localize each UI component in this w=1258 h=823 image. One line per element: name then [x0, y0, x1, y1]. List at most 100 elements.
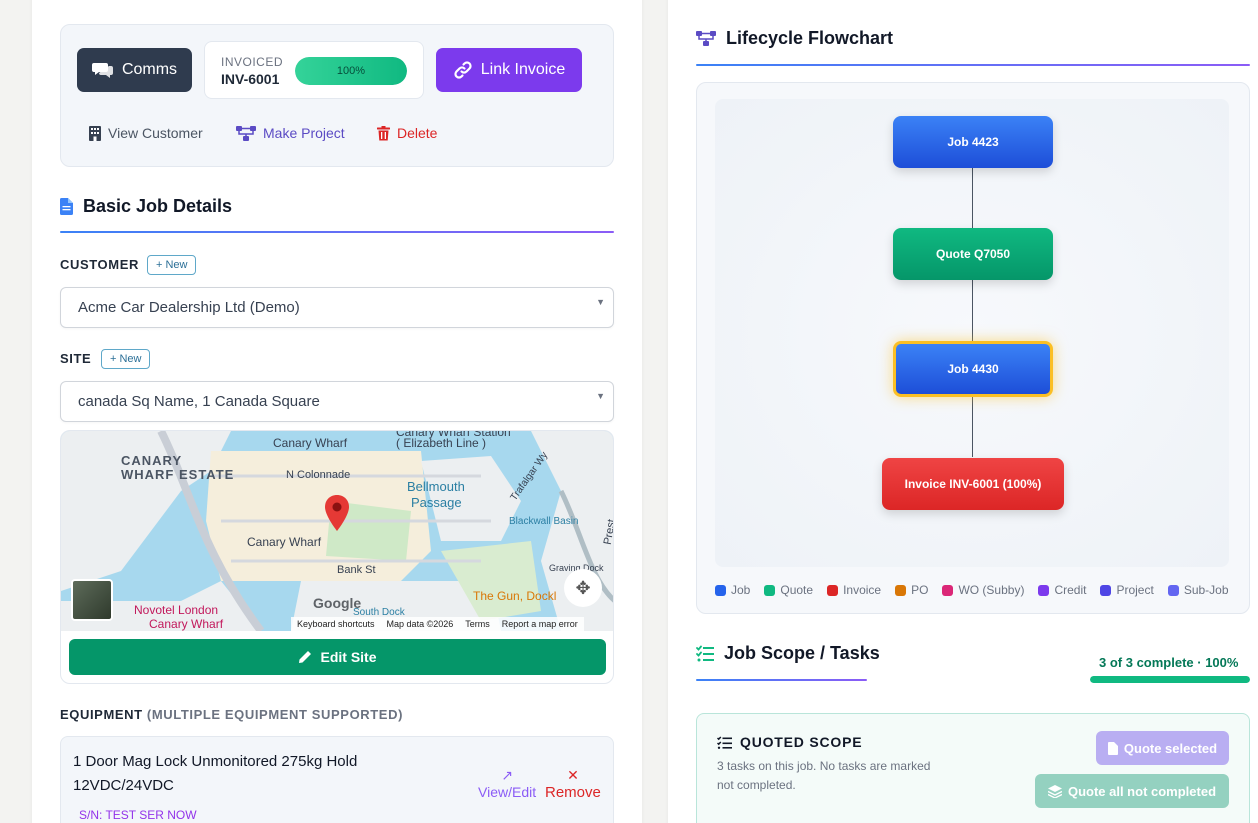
make-project-link[interactable]: Make Project: [236, 125, 345, 141]
edit-site-button[interactable]: Edit Site: [69, 639, 606, 675]
flow-node-invoice-inv-6001[interactable]: Invoice INV-6001 (100%): [882, 458, 1064, 510]
quoted-scope-desc-line2: not completed.: [717, 778, 796, 792]
basic-details-divider: [60, 231, 614, 233]
map-footer-report[interactable]: Report a map error: [502, 619, 578, 629]
legend-item: Job: [715, 583, 750, 597]
map-label: N Colonnade: [286, 469, 351, 481]
new-customer-button[interactable]: + New: [147, 255, 197, 275]
quote-all-not-completed-button[interactable]: Quote all not completed: [1035, 774, 1229, 808]
flow-node-job-4430-current[interactable]: Job 4430: [893, 341, 1053, 397]
legend-item: Project: [1100, 583, 1154, 597]
map-footer-keyboard[interactable]: Keyboard shortcuts: [297, 619, 375, 629]
map-footer: Keyboard shortcuts Map data ©2026 Terms …: [291, 617, 584, 631]
delete-link[interactable]: Delete: [377, 125, 437, 141]
flow-node-job-4423[interactable]: Job 4423: [893, 116, 1053, 168]
site-select[interactable]: canada Sq Name, 1 Canada Square ▼: [60, 381, 614, 422]
legend-label: PO: [911, 583, 929, 597]
flow-node-label: Quote Q7050: [935, 247, 1011, 261]
remove-label: Remove: [545, 784, 601, 801]
customer-label: CUSTOMER: [60, 257, 139, 272]
job-scope-divider: [696, 679, 867, 681]
new-site-button[interactable]: + New: [101, 349, 151, 369]
map-footer-terms[interactable]: Terms: [465, 619, 490, 629]
map-label: Bellmouth: [407, 479, 465, 494]
lifecycle-panel: Lifecycle Flowchart Job 4423 Quote Q7050…: [668, 0, 1258, 823]
equipment-heading: EQUIPMENT (MULTIPLE EQUIPMENT SUPPORTED): [60, 707, 403, 722]
layers-icon: [1047, 784, 1062, 798]
map-pin-icon[interactable]: [324, 495, 350, 533]
view-edit-equipment-button[interactable]: ↗ View/Edit: [478, 767, 536, 800]
satellite-toggle[interactable]: [71, 579, 113, 621]
map-label: Canary Wharf: [149, 617, 224, 631]
invoice-status-box[interactable]: INVOICED INV-6001 100%: [204, 41, 424, 99]
link-invoice-button[interactable]: Link Invoice: [436, 48, 582, 92]
flow-node-quote-q7050[interactable]: Quote Q7050: [893, 228, 1053, 280]
legend-item: WO (Subby): [942, 583, 1024, 597]
legend-swatch: [942, 584, 954, 596]
scope-progress-fill: [1090, 676, 1250, 683]
flow-node-label: Job 4423: [947, 135, 999, 149]
map-camera-control[interactable]: ✥: [564, 569, 602, 607]
legend-item: Quote: [764, 583, 813, 597]
legend-swatch: [1167, 584, 1179, 596]
job-scope-heading: Job Scope / Tasks: [696, 643, 880, 664]
file-icon: [1107, 741, 1118, 755]
action-bar: Comms INVOICED INV-6001 100% Link Invoic…: [60, 24, 614, 167]
flow-node-label: Invoice INV-6001 (100%): [904, 477, 1042, 491]
remove-equipment-button[interactable]: ✕ Remove: [545, 767, 601, 801]
site-map[interactable]: CANARY WHARF ESTATE Canary Wharf Canary …: [61, 431, 613, 631]
legend-swatch: [827, 584, 839, 596]
quoted-scope-title: QUOTED SCOPE: [740, 734, 863, 750]
flowchart-canvas: Job 4423 Quote Q7050 Job 4430 Invoice IN…: [715, 99, 1229, 567]
legend-label: Project: [1116, 583, 1154, 597]
map-label: Passage: [411, 495, 462, 510]
edit-site-label: Edit Site: [320, 649, 377, 665]
basic-job-details-title: Basic Job Details: [83, 196, 233, 216]
equipment-label: EQUIPMENT: [60, 707, 143, 722]
link-icon: [454, 61, 472, 79]
quoted-scope-card: QUOTED SCOPE 3 tasks on this job. No tas…: [696, 713, 1250, 823]
delete-label: Delete: [397, 125, 438, 141]
invoice-number: INV-6001: [221, 71, 280, 87]
quote-all-not-completed-label: Quote all not completed: [1067, 783, 1217, 799]
legend-label: Credit: [1054, 583, 1087, 597]
new-customer-label: New: [165, 259, 188, 271]
building-icon: [89, 125, 101, 141]
make-project-label: Make Project: [263, 125, 345, 141]
invoice-status: INVOICED: [221, 55, 284, 69]
link-invoice-label: Link Invoice: [480, 61, 566, 78]
quoted-scope-heading: QUOTED SCOPE: [717, 734, 862, 750]
map-footer-data: Map data ©2026: [386, 619, 454, 629]
view-customer-link[interactable]: View Customer: [89, 125, 203, 141]
legend-label: WO (Subby): [958, 583, 1025, 597]
map-label: CANARY: [121, 453, 183, 468]
legend-item: Credit: [1038, 583, 1086, 597]
close-icon: ✕: [567, 767, 579, 783]
map-label: Canary Wharf: [247, 535, 322, 549]
customer-select[interactable]: Acme Car Dealership Ltd (Demo) ▼: [60, 287, 614, 328]
quote-selected-button[interactable]: Quote selected: [1096, 731, 1229, 765]
caret-down-icon: ▼: [596, 297, 605, 307]
map-label: Novotel London: [134, 603, 219, 617]
move-icon: ✥: [575, 577, 591, 598]
sitemap-icon: [696, 31, 716, 46]
new-site-label: New: [119, 353, 142, 365]
document-icon: [60, 198, 73, 215]
comms-button[interactable]: Comms: [77, 48, 192, 92]
flowchart-container: Job 4423 Quote Q7050 Job 4430 Invoice IN…: [696, 82, 1250, 614]
lifecycle-heading: Lifecycle Flowchart: [696, 28, 893, 49]
tasks-icon: [696, 645, 714, 662]
flow-node-label: Job 4430: [947, 362, 999, 376]
legend-item: PO: [895, 583, 928, 597]
pencil-icon: [299, 651, 312, 663]
legend-label: Sub-Job: [1183, 583, 1229, 597]
map-label: Canary Wharf: [273, 436, 348, 450]
flow-connector: [972, 167, 973, 457]
quote-selected-label: Quote selected: [1123, 740, 1218, 756]
legend-swatch: [1100, 584, 1112, 596]
equipment-note: (MULTIPLE EQUIPMENT SUPPORTED): [146, 707, 404, 722]
legend-item: Invoice: [827, 583, 881, 597]
map-label: WHARF ESTATE: [121, 467, 235, 482]
site-value: canada Sq Name, 1 Canada Square: [78, 393, 320, 410]
quoted-scope-desc-line1: 3 tasks on this job. No tasks are marked: [717, 759, 931, 773]
